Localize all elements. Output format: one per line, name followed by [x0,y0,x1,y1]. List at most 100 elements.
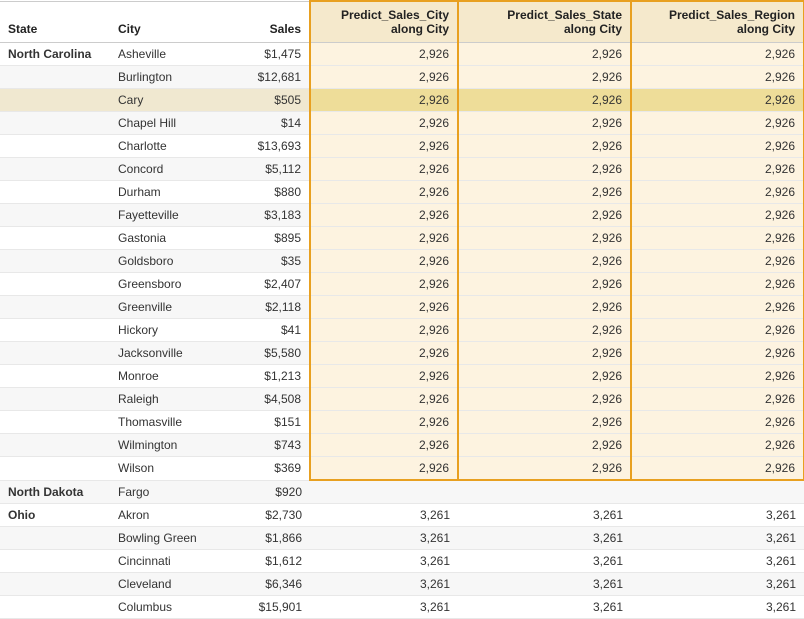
predict-cell: 3,261 [310,549,458,572]
table-row: OhioAkron$2,7303,2613,2613,261 [0,503,804,526]
sales-cell: $1,475 [220,43,310,66]
table-row: Wilson$3692,9262,9262,926 [0,457,804,481]
predict-cell: 2,926 [631,204,804,227]
city-cell: Burlington [110,66,220,89]
predict-cell: 2,926 [458,181,631,204]
state-cell [0,549,110,572]
predict-cell: 2,926 [310,66,458,89]
sales-cell: $12,681 [220,66,310,89]
state-cell [0,66,110,89]
predict-cell: 2,926 [631,365,804,388]
predict-cell: 2,926 [310,411,458,434]
city-cell: Greensboro [110,273,220,296]
city-cell: Gastonia [110,227,220,250]
table-row: Wilmington$7432,9262,9262,926 [0,434,804,457]
sales-cell: $35 [220,250,310,273]
predict-cell: 2,926 [310,135,458,158]
city-cell: Asheville [110,43,220,66]
data-table: State City Sales Predict_Sales_Cityalong… [0,0,804,619]
table-row: Cleveland$6,3463,2613,2613,261 [0,572,804,595]
table-row: North CarolinaAsheville$1,4752,9262,9262… [0,43,804,66]
state-cell: Ohio [0,503,110,526]
state-cell [0,89,110,112]
city-cell: Wilson [110,457,220,481]
city-cell: Bowling Green [110,526,220,549]
predict-state-header: Predict_Sales_Statealong City [458,1,631,43]
predict-cell: 2,926 [310,158,458,181]
predict-cell: 2,926 [310,204,458,227]
table-row: Cincinnati$1,6123,2613,2613,261 [0,549,804,572]
table-row: Concord$5,1122,9262,9262,926 [0,158,804,181]
table-row: Monroe$1,2132,9262,9262,926 [0,365,804,388]
state-cell [0,204,110,227]
predict-cell: 2,926 [458,43,631,66]
table-row: Goldsboro$352,9262,9262,926 [0,250,804,273]
city-cell: Thomasville [110,411,220,434]
table-row: Columbus$15,9013,2613,2613,261 [0,595,804,618]
predict-cell: 3,261 [310,503,458,526]
predict-cell [458,480,631,503]
sales-cell: $5,112 [220,158,310,181]
state-cell [0,365,110,388]
sales-cell: $5,580 [220,342,310,365]
state-cell [0,342,110,365]
sales-cell: $41 [220,319,310,342]
predict-cell: 2,926 [458,227,631,250]
sales-cell: $4,508 [220,388,310,411]
state-cell [0,572,110,595]
predict-cell [631,480,804,503]
city-cell: Durham [110,181,220,204]
predict-cell: 2,926 [310,250,458,273]
predict-cell: 2,926 [310,227,458,250]
sales-cell: $1,612 [220,549,310,572]
predict-cell: 2,926 [310,112,458,135]
city-cell: Fargo [110,480,220,503]
sales-cell: $2,118 [220,296,310,319]
state-cell [0,526,110,549]
sales-cell: $1,213 [220,365,310,388]
sales-cell: $369 [220,457,310,481]
predict-cell: 2,926 [631,296,804,319]
table-row: Bowling Green$1,8663,2613,2613,261 [0,526,804,549]
state-header: State [0,1,110,43]
predict-cell: 3,261 [631,549,804,572]
table-row: Thomasville$1512,9262,9262,926 [0,411,804,434]
predict-cell: 3,261 [310,595,458,618]
predict-cell: 3,261 [458,526,631,549]
state-cell [0,273,110,296]
sales-cell: $743 [220,434,310,457]
predict-cell: 3,261 [631,572,804,595]
predict-region-header: Predict_Sales_Regionalong City [631,1,804,43]
predict-cell: 2,926 [631,181,804,204]
predict-cell: 2,926 [310,388,458,411]
city-cell: Akron [110,503,220,526]
city-cell: Columbus [110,595,220,618]
predict-cell: 2,926 [310,181,458,204]
predict-cell: 3,261 [458,595,631,618]
predict-cell: 2,926 [631,250,804,273]
predict-cell: 2,926 [310,273,458,296]
predict-cell: 2,926 [631,457,804,481]
sales-header: Sales [220,1,310,43]
predict-cell: 2,926 [631,273,804,296]
predict-cell: 2,926 [458,457,631,481]
predict-cell: 3,261 [310,526,458,549]
predict-cell: 2,926 [631,112,804,135]
city-cell: Goldsboro [110,250,220,273]
table-row: North DakotaFargo$920 [0,480,804,503]
predict-cell: 2,926 [310,434,458,457]
sales-cell: $3,183 [220,204,310,227]
state-cell [0,227,110,250]
predict-cell: 2,926 [310,296,458,319]
sales-cell: $880 [220,181,310,204]
predict-cell: 2,926 [310,43,458,66]
state-cell [0,250,110,273]
predict-cell: 3,261 [631,503,804,526]
predict-cell: 2,926 [631,66,804,89]
predict-cell: 2,926 [310,457,458,481]
predict-cell: 3,261 [458,572,631,595]
table-row: Fayetteville$3,1832,9262,9262,926 [0,204,804,227]
state-cell [0,112,110,135]
sales-cell: $13,693 [220,135,310,158]
table-row: Burlington$12,6812,9262,9262,926 [0,66,804,89]
